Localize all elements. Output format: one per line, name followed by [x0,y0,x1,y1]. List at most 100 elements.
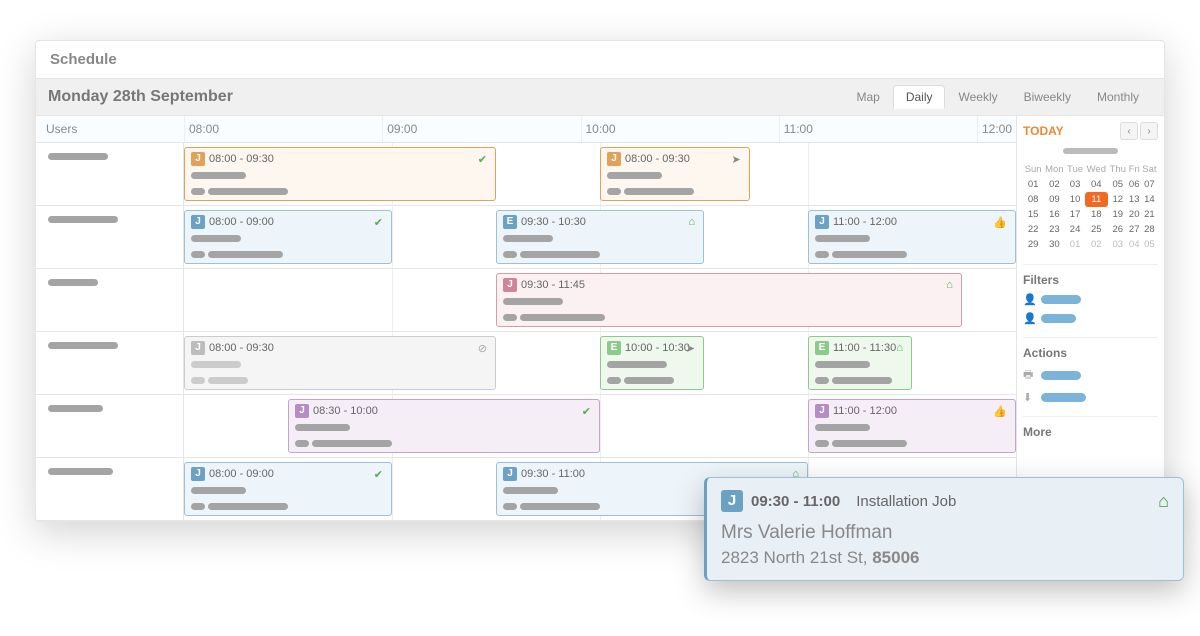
calendar-day[interactable]: 26 [1108,222,1128,237]
calendar-day[interactable]: 09 [1043,192,1065,207]
timeline[interactable]: J08:00 - 09:30✔ J 08:00 - 09:30 ➤ [184,143,1016,205]
schedule-event[interactable]: E09:30 - 10:30⌂ [496,210,704,264]
calendar-day[interactable]: 04 [1085,177,1108,192]
event-time: 11:00 - 12:00 [833,405,897,417]
schedule-row: J08:00 - 09:30✔ J 08:00 - 09:30 ➤ [36,143,1016,206]
check-icon: ✔ [582,405,591,418]
calendar-day[interactable]: 02 [1043,177,1065,192]
event-type-badge: J [815,404,829,418]
tab-biweekly[interactable]: Biweekly [1011,85,1084,109]
event-time: 08:00 - 09:30 [625,153,690,165]
timeline[interactable]: J 08:30 - 10:00 ✔ J 11:00 - 12:00 👍 [184,395,1016,457]
home-icon: ⌂ [1158,491,1169,512]
action-item[interactable]: 🖶 [1023,366,1158,385]
schedule-event[interactable]: J08:00 - 09:30✔ [184,147,496,201]
calendar-day[interactable]: 15 [1023,207,1043,222]
event-time: 09:30 - 11:00 [521,468,585,480]
user-cell[interactable] [36,206,184,268]
calendar-day[interactable]: 05 [1108,177,1128,192]
check-icon: ✔ [374,216,383,229]
calendar-day[interactable]: 18 [1085,207,1108,222]
calendar-day[interactable]: 16 [1043,207,1065,222]
calendar-day[interactable]: 10 [1065,192,1084,207]
calendar-day[interactable]: 14 [1141,192,1158,207]
more-heading: More [1023,425,1158,439]
schedule-event[interactable]: J 11:00 - 12:00 👍 [808,399,1016,453]
user-cell[interactable] [36,458,184,520]
calendar-day[interactable]: 24 [1065,222,1084,237]
nav-icon: ➤ [732,153,741,166]
timeline[interactable]: J08:00 - 09:30⊘ E10:00 - 10:30➤ E 11:00 -… [184,332,1016,394]
calendar-day[interactable]: 30 [1043,237,1065,252]
user-cell[interactable] [36,269,184,331]
home-icon: ⌂ [688,216,695,228]
calendar-day[interactable]: 23 [1043,222,1065,237]
calendar-day[interactable]: 06 [1128,177,1141,192]
calendar-day[interactable]: 21 [1141,207,1158,222]
calendar-day[interactable]: 17 [1065,207,1084,222]
calendar-day[interactable]: 28 [1141,222,1158,237]
schedule-event[interactable]: J11:00 - 12:00👍 [808,210,1016,264]
user-cell[interactable] [36,395,184,457]
hour-label: 11:00 [779,116,977,142]
tab-weekly[interactable]: Weekly [945,85,1010,109]
schedule-row: J08:00 - 09:30⊘ E10:00 - 10:30➤ E 11:00 -… [36,332,1016,395]
calendar-day[interactable]: 03 [1108,237,1128,252]
filter-item[interactable]: 👤 [1023,312,1158,325]
schedule-event[interactable]: J08:00 - 09:00✔ [184,462,392,516]
calendar-day[interactable]: 01 [1065,237,1084,252]
calendar-day[interactable]: 07 [1141,177,1158,192]
calendar-day[interactable]: 25 [1085,222,1108,237]
user-cell[interactable] [36,143,184,205]
print-icon: 🖶 [1023,366,1035,385]
tab-monthly[interactable]: Monthly [1084,85,1152,109]
event-type-badge: J [191,152,205,166]
calendar-day[interactable]: 11 [1085,192,1108,207]
prev-button[interactable]: ‹ [1120,122,1138,140]
tab-daily[interactable]: Daily [893,85,946,109]
action-item[interactable]: ⬇ [1023,391,1158,404]
schedule-event[interactable]: J08:30 - 10:00✔ [288,399,600,453]
schedule-event[interactable]: J09:30 - 11:45⌂ [496,273,962,327]
calendar-day[interactable]: 20 [1128,207,1141,222]
calendar-day[interactable]: 01 [1023,177,1043,192]
event-type-badge: J [815,215,829,229]
mini-calendar[interactable]: SunMonTueWedThuFriSat0102030405060708091… [1023,146,1158,252]
event-time: 08:30 - 10:00 [313,405,378,417]
schedule-event[interactable]: E11:00 - 11:30⌂ [808,336,912,390]
calendar-day[interactable]: 13 [1128,192,1141,207]
calendar-day[interactable]: 22 [1023,222,1043,237]
calendar-day[interactable]: 05 [1141,237,1158,252]
user-cell[interactable] [36,332,184,394]
event-time: 09:30 - 10:30 [521,216,586,228]
calendar-day[interactable]: 19 [1108,207,1128,222]
calendar-day[interactable]: 29 [1023,237,1043,252]
timeline[interactable]: J09:30 - 11:45⌂ [184,269,1016,331]
user-filter-icon: 👤 [1023,312,1035,325]
event-type-badge: J [503,467,517,481]
calendar-day[interactable]: 08 [1023,192,1043,207]
schedule-row: J09:30 - 11:45⌂ [36,269,1016,332]
tooltip-job-type: Installation Job [856,493,956,510]
schedule-event[interactable]: J08:00 - 09:30⊘ [184,336,496,390]
event-type-badge: E [815,341,829,355]
event-time: 09:30 - 11:45 [521,279,585,291]
calendar-day[interactable]: 04 [1128,237,1141,252]
event-time: 11:00 - 11:30 [833,342,896,354]
schedule-event[interactable]: J08:00 - 09:30➤ [600,147,750,201]
schedule-event[interactable]: J08:00 - 09:00✔ [184,210,392,264]
calendar-day[interactable]: 27 [1128,222,1141,237]
calendar-day[interactable]: 03 [1065,177,1084,192]
schedule-event[interactable]: E10:00 - 10:30➤ [600,336,704,390]
thumb-icon: 👍 [993,405,1007,418]
date-toolbar: Monday 28th September Map Daily Weekly B… [36,78,1164,116]
calendar-day[interactable]: 02 [1085,237,1108,252]
timeline[interactable]: J08:00 - 09:00✔ E09:30 - 10:30⌂ J11:00 -… [184,206,1016,268]
filter-item[interactable]: 👤 [1023,293,1158,306]
today-button[interactable]: TODAY [1023,124,1064,138]
tab-map[interactable]: Map [843,85,892,109]
next-button[interactable]: › [1140,122,1158,140]
nav-icon: ➤ [686,342,695,355]
job-badge: J [721,490,743,512]
calendar-day[interactable]: 12 [1108,192,1128,207]
